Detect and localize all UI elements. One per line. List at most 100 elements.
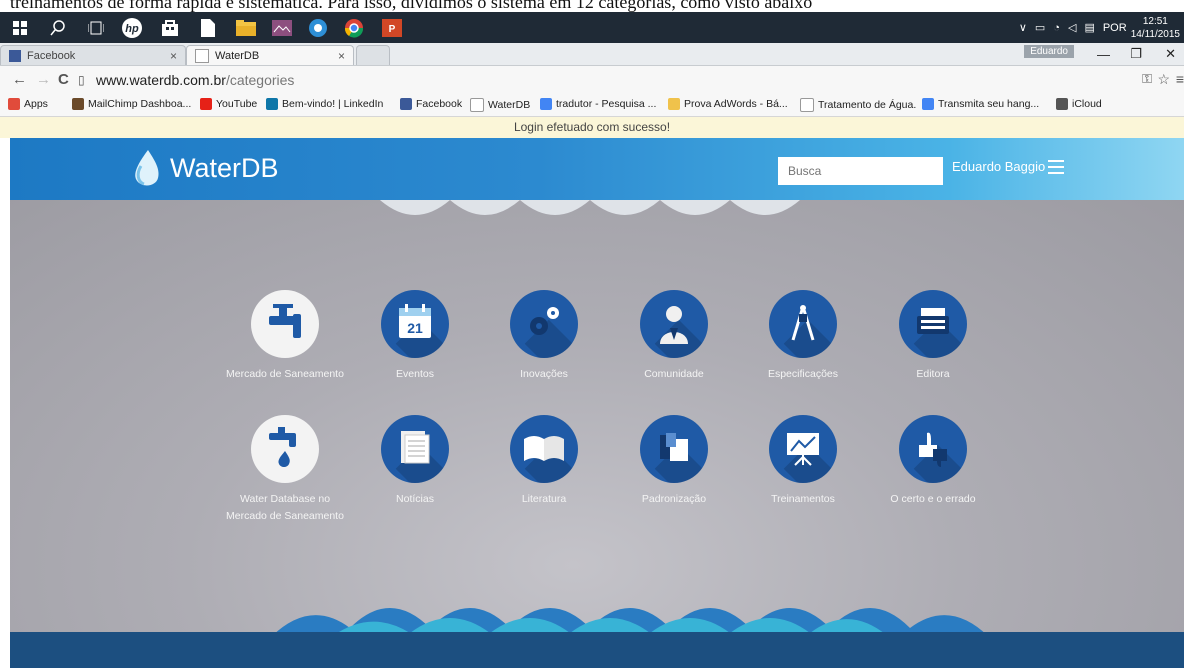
category-tile[interactable]: Water Database no Mercado de Saneamento bbox=[220, 415, 350, 525]
star-icon[interactable]: ☆ bbox=[1157, 71, 1170, 88]
compass-icon[interactable] bbox=[769, 290, 837, 358]
category-tile[interactable]: O certo e o errado bbox=[868, 415, 998, 508]
category-label[interactable]: Padronização bbox=[609, 491, 739, 508]
bookmark-item[interactable]: Facebook bbox=[400, 98, 462, 110]
close-icon[interactable]: × bbox=[338, 49, 345, 63]
chrome-icon[interactable] bbox=[342, 16, 366, 40]
bookmark-label: WaterDB bbox=[488, 99, 531, 111]
category-tile[interactable]: Treinamentos bbox=[738, 415, 868, 508]
url-field[interactable]: www.waterdb.com.br/categories bbox=[96, 72, 294, 88]
bookmark-item[interactable]: YouTube bbox=[200, 98, 257, 110]
key-icon[interactable]: ⚿ bbox=[1142, 71, 1152, 87]
newspaper-icon[interactable] bbox=[381, 415, 449, 483]
faucet-icon[interactable] bbox=[251, 290, 319, 358]
tab-facebook[interactable]: Facebook × bbox=[0, 45, 186, 65]
bookmark-item[interactable]: Apps bbox=[8, 98, 48, 110]
linkedin-icon bbox=[266, 98, 278, 110]
wifi-icon[interactable]: ◔ bbox=[1053, 22, 1060, 34]
close-icon[interactable]: × bbox=[170, 49, 177, 63]
notification-icon[interactable]: ▤ bbox=[1084, 21, 1094, 34]
category-tile[interactable]: Especificações bbox=[738, 290, 868, 383]
reload-icon[interactable]: C bbox=[58, 71, 69, 88]
category-label[interactable]: Literatura bbox=[479, 491, 609, 508]
cubes-icon[interactable] bbox=[640, 415, 708, 483]
category-tile[interactable]: Mercado de Saneamento bbox=[220, 290, 350, 383]
category-tile[interactable]: Inovações bbox=[479, 290, 609, 383]
youtube-icon bbox=[200, 98, 212, 110]
category-label[interactable]: Notícias bbox=[350, 491, 480, 508]
page-icon bbox=[800, 98, 814, 112]
windows-taskbar: hp P ∨ ▭ ◔ ◁ ▤ POR 12:51 14/11/2015 bbox=[0, 12, 1184, 43]
tab-waterdb[interactable]: WaterDB × bbox=[186, 45, 354, 65]
bookmark-label: tradutor - Pesquisa ... bbox=[556, 98, 657, 110]
back-icon[interactable]: ← bbox=[12, 71, 27, 88]
categories-area: Mercado de Saneamento 21 Eventos Inovações C… bbox=[10, 200, 1184, 668]
calendar-icon[interactable]: 21 bbox=[381, 290, 449, 358]
battery-icon[interactable]: ▭ bbox=[1035, 21, 1045, 34]
file-explorer-icon[interactable] bbox=[234, 16, 258, 40]
category-tile[interactable]: Comunidade bbox=[609, 290, 739, 383]
bookmark-label: Bem-vindo! | LinkedIn bbox=[282, 98, 384, 110]
hp-icon[interactable]: hp bbox=[120, 16, 144, 40]
close-window-button[interactable]: ✕ bbox=[1165, 43, 1176, 65]
bookmark-item[interactable]: tradutor - Pesquisa ... bbox=[540, 98, 656, 110]
bookmark-item[interactable]: WaterDB bbox=[470, 98, 530, 112]
page-icon bbox=[195, 48, 209, 63]
clock-time: 12:51 bbox=[1142, 15, 1168, 27]
category-label[interactable]: Comunidade bbox=[609, 366, 739, 383]
waterdb-logo[interactable]: Water DB bbox=[128, 148, 279, 188]
category-label[interactable]: Editora bbox=[868, 366, 998, 383]
search-icon[interactable] bbox=[46, 16, 70, 40]
bookmark-label: Transmita seu hang... bbox=[938, 98, 1040, 110]
bookmark-item[interactable]: Transmita seu hang... bbox=[922, 98, 1039, 110]
photo-app-icon[interactable] bbox=[270, 16, 294, 40]
book-icon[interactable] bbox=[510, 415, 578, 483]
typewriter-icon[interactable] bbox=[899, 290, 967, 358]
thumbs-icon[interactable] bbox=[899, 415, 967, 483]
bookmark-item[interactable]: Prova AdWords - Bá... bbox=[668, 98, 788, 110]
powerpoint-icon[interactable]: P bbox=[380, 16, 404, 40]
bookmark-item[interactable]: iCloud bbox=[1056, 98, 1102, 110]
gears-icon[interactable] bbox=[510, 290, 578, 358]
chevron-up-icon[interactable]: ∨ bbox=[1019, 21, 1027, 34]
new-tab-button[interactable] bbox=[356, 45, 390, 65]
category-label[interactable]: Especificações bbox=[738, 366, 868, 383]
google-icon bbox=[540, 98, 552, 110]
user-name[interactable]: Eduardo Baggio bbox=[952, 159, 1045, 174]
restore-button[interactable]: ❐ bbox=[1130, 43, 1142, 65]
clock[interactable]: 12:51 14/11/2015 bbox=[1131, 15, 1180, 41]
category-tile[interactable]: Padronização bbox=[609, 415, 739, 508]
language-indicator[interactable]: POR bbox=[1103, 22, 1127, 34]
bookmark-item[interactable]: Bem-vindo! | LinkedIn bbox=[266, 98, 383, 110]
category-label[interactable]: Inovações bbox=[479, 366, 609, 383]
category-tile[interactable]: 21 Eventos bbox=[350, 290, 480, 383]
store-icon[interactable] bbox=[158, 16, 182, 40]
category-tile[interactable]: Notícias bbox=[350, 415, 480, 508]
file-icon[interactable] bbox=[196, 16, 220, 40]
forward-icon[interactable]: → bbox=[36, 71, 51, 88]
category-label[interactable]: Mercado de Saneamento bbox=[220, 366, 350, 383]
bookmark-item[interactable]: Tratamento de Água. bbox=[800, 98, 916, 112]
bookmark-item[interactable]: MailChimp Dashboa... bbox=[72, 98, 191, 110]
category-label[interactable]: Treinamentos bbox=[738, 491, 868, 508]
task-view-icon[interactable] bbox=[84, 16, 108, 40]
minimize-button[interactable]: — bbox=[1097, 43, 1110, 65]
category-tile[interactable]: Literatura bbox=[479, 415, 609, 508]
windows-icon[interactable] bbox=[8, 16, 32, 40]
category-label[interactable]: O certo e o errado bbox=[868, 491, 998, 508]
category-label[interactable]: Water Database no Mercado de Saneamento bbox=[220, 491, 350, 525]
clock-date: 14/11/2015 bbox=[1130, 28, 1180, 40]
faucet-drop-icon[interactable] bbox=[251, 415, 319, 483]
search-input[interactable] bbox=[778, 157, 943, 185]
category-tile[interactable]: Editora bbox=[868, 290, 998, 383]
app-icon[interactable] bbox=[306, 16, 330, 40]
presentation-board-icon[interactable] bbox=[769, 415, 837, 483]
apple-icon bbox=[1056, 98, 1068, 110]
category-label[interactable]: Eventos bbox=[350, 366, 480, 383]
person-icon[interactable] bbox=[640, 290, 708, 358]
facebook-icon bbox=[9, 49, 21, 62]
hamburger-menu-icon[interactable] bbox=[1048, 160, 1064, 178]
profile-badge[interactable]: Eduardo bbox=[1024, 45, 1074, 58]
menu-icon[interactable]: ≡ bbox=[1176, 71, 1184, 87]
volume-icon[interactable]: ◁ bbox=[1068, 21, 1076, 34]
